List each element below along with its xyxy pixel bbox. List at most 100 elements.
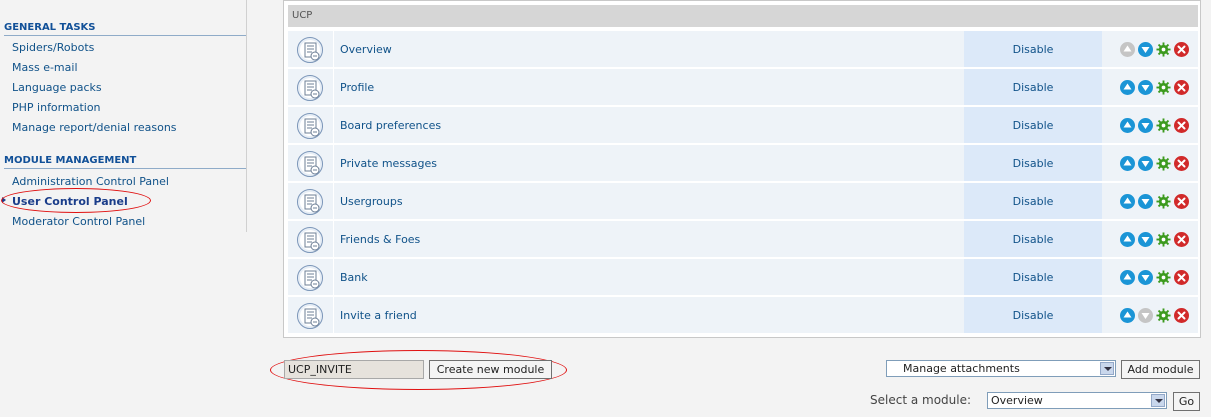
move-down-icon[interactable] <box>1138 194 1153 209</box>
module-row: Bank Disable <box>288 259 1198 296</box>
move-down-icon <box>1138 308 1153 323</box>
module-row: Usergroups Disable <box>288 183 1198 220</box>
module-name: Friends & Foes <box>334 221 964 258</box>
move-up-icon[interactable] <box>1120 118 1135 133</box>
row-divider <box>288 67 1198 68</box>
delete-icon[interactable] <box>1174 270 1189 285</box>
module-icon-cell <box>288 297 334 334</box>
disable-link[interactable]: Disable <box>964 259 1102 296</box>
move-up-icon[interactable] <box>1120 308 1135 323</box>
nav-link-mass-email[interactable]: Mass e-mail <box>12 61 78 74</box>
module-name: Board preferences <box>334 107 964 144</box>
nav-link-language-packs[interactable]: Language packs <box>12 81 102 94</box>
nav-link-spiders-robots[interactable]: Spiders/Robots <box>12 41 94 54</box>
move-up-icon[interactable] <box>1120 156 1135 171</box>
move-down-icon[interactable] <box>1138 270 1153 285</box>
go-button[interactable]: Go <box>1173 392 1200 411</box>
gear-icon[interactable] <box>1156 308 1171 323</box>
module-name: Invite a friend <box>334 297 964 334</box>
module-document-icon <box>297 37 323 63</box>
delete-icon[interactable] <box>1174 308 1189 323</box>
module-name: Private messages <box>334 145 964 182</box>
gear-icon[interactable] <box>1156 118 1171 133</box>
module-name: Bank <box>334 259 964 296</box>
row-divider <box>288 295 1198 296</box>
module-icon-cell <box>288 145 334 182</box>
delete-icon[interactable] <box>1174 232 1189 247</box>
module-icon-cell <box>288 107 334 144</box>
row-divider <box>288 219 1198 220</box>
module-actions <box>1102 31 1198 68</box>
attachments-select-value: Manage attachments <box>903 362 1020 375</box>
disable-link[interactable]: Disable <box>964 221 1102 258</box>
module-document-icon <box>297 303 323 329</box>
move-up-icon[interactable] <box>1120 232 1135 247</box>
module-actions <box>1102 183 1198 220</box>
module-name: Profile <box>334 69 964 106</box>
gear-icon[interactable] <box>1156 156 1171 171</box>
modules-table: UCP Overview Disable Profile Disable Board p… <box>283 0 1201 338</box>
disable-link[interactable]: Disable <box>964 107 1102 144</box>
disable-link[interactable]: Disable <box>964 145 1102 182</box>
row-divider <box>288 257 1198 258</box>
chevron-down-icon[interactable] <box>1151 394 1165 407</box>
move-down-icon[interactable] <box>1138 42 1153 57</box>
module-document-icon <box>297 75 323 101</box>
delete-icon[interactable] <box>1174 80 1189 95</box>
module-actions <box>1102 259 1198 296</box>
module-document-icon <box>297 151 323 177</box>
module-document-icon <box>297 265 323 291</box>
move-up-icon <box>1120 42 1135 57</box>
attachments-select[interactable]: Manage attachments <box>886 360 1116 377</box>
nav-link-php-information[interactable]: PHP information <box>12 101 101 114</box>
module-management-title: MODULE MANAGEMENT <box>4 155 246 169</box>
module-icon-cell <box>288 183 334 220</box>
gear-icon[interactable] <box>1156 270 1171 285</box>
move-down-icon[interactable] <box>1138 118 1153 133</box>
move-down-icon[interactable] <box>1138 156 1153 171</box>
delete-icon[interactable] <box>1174 156 1189 171</box>
module-actions <box>1102 221 1198 258</box>
create-module-button[interactable]: Create new module <box>429 360 552 379</box>
module-document-icon <box>297 189 323 215</box>
gear-icon[interactable] <box>1156 232 1171 247</box>
delete-icon[interactable] <box>1174 194 1189 209</box>
nav-link-report-reasons[interactable]: Manage report/denial reasons <box>12 121 177 134</box>
module-select[interactable]: Overview <box>987 392 1167 409</box>
sidebar: GENERAL TASKS Spiders/Robots Mass e-mail… <box>0 0 247 232</box>
delete-icon[interactable] <box>1174 118 1189 133</box>
move-down-icon[interactable] <box>1138 80 1153 95</box>
active-arrow-icon <box>2 197 6 203</box>
module-row: Friends & Foes Disable <box>288 221 1198 258</box>
nav-link-ucp[interactable]: User Control Panel <box>12 195 128 208</box>
module-row: Private messages Disable <box>288 145 1198 182</box>
disable-link[interactable]: Disable <box>964 297 1102 334</box>
gear-icon[interactable] <box>1156 80 1171 95</box>
move-up-icon[interactable] <box>1120 194 1135 209</box>
row-divider <box>288 105 1198 106</box>
module-document-icon <box>297 227 323 253</box>
module-icon-cell <box>288 69 334 106</box>
chevron-down-icon[interactable] <box>1100 362 1114 375</box>
nav-link-acp[interactable]: Administration Control Panel <box>12 175 169 188</box>
move-up-icon[interactable] <box>1120 270 1135 285</box>
module-icon-cell <box>288 259 334 296</box>
disable-link[interactable]: Disable <box>964 31 1102 68</box>
move-up-icon[interactable] <box>1120 80 1135 95</box>
add-module-button[interactable]: Add module <box>1121 360 1200 379</box>
gear-icon[interactable] <box>1156 42 1171 57</box>
nav-link-mcp[interactable]: Moderator Control Panel <box>12 215 145 228</box>
general-tasks-title: GENERAL TASKS <box>4 22 246 36</box>
module-actions <box>1102 69 1198 106</box>
new-module-input[interactable] <box>284 360 424 379</box>
table-title: UCP <box>288 5 1198 27</box>
delete-icon[interactable] <box>1174 42 1189 57</box>
module-actions <box>1102 297 1198 334</box>
gear-icon[interactable] <box>1156 194 1171 209</box>
disable-link[interactable]: Disable <box>964 69 1102 106</box>
module-document-icon <box>297 113 323 139</box>
module-row: Board preferences Disable <box>288 107 1198 144</box>
module-row: Invite a friend Disable <box>288 297 1198 334</box>
disable-link[interactable]: Disable <box>964 183 1102 220</box>
move-down-icon[interactable] <box>1138 232 1153 247</box>
